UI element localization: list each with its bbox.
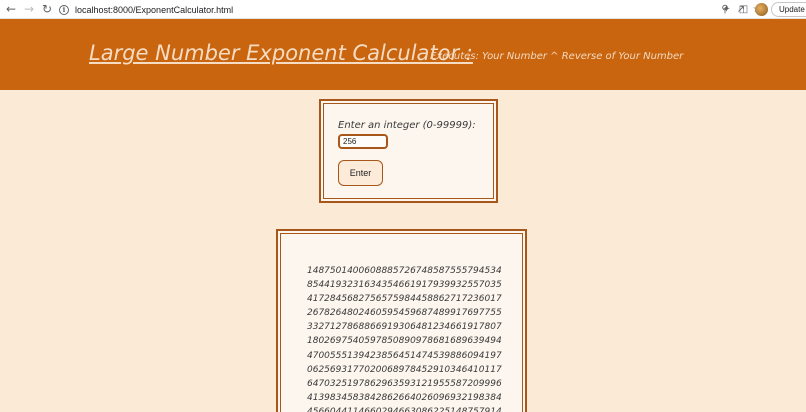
reload-icon[interactable]: ↻ [39, 1, 55, 17]
result-line: 3327127868866919306481234661917807 [307, 322, 502, 333]
result-line: 0625693177020068978452910346410117 [307, 364, 502, 375]
integer-input[interactable] [338, 134, 388, 149]
result-line: 4172845682756575984458862717236017 [307, 294, 502, 305]
result-line: 6470325197862963593121955587209996 [307, 378, 502, 389]
result-line: 1802697540597850890978681689639494 [307, 336, 502, 347]
url-text[interactable]: localhost:8000/ExponentCalculator.html [75, 5, 233, 15]
update-button[interactable]: Update [771, 2, 806, 17]
result-line: 4566044114660294663086225148757914 [307, 406, 502, 412]
integer-prompt-label: Enter an integer (0-99999): [338, 120, 476, 131]
result-line: 8544193231634354661917939932557035 [307, 280, 502, 291]
result-line: 4139834583842862664026096932198384 [307, 392, 502, 403]
page-title: Large Number Exponent Calculator : [89, 41, 473, 65]
result-panel: 1487501400608885726748587555794534 85441… [277, 230, 526, 412]
side-panel-icon[interactable]: ◫ [735, 4, 752, 15]
input-panel: Enter an integer (0-99999): Enter [320, 100, 497, 202]
profile-avatar[interactable] [755, 3, 768, 16]
info-icon[interactable]: i [59, 4, 69, 15]
result-text: 1487501400608885726748587555794534 85441… [307, 264, 507, 412]
forward-arrow-icon[interactable]: → [21, 1, 37, 17]
page-header: Large Number Exponent Calculator : Execu… [0, 19, 806, 90]
enter-button[interactable]: Enter [338, 160, 383, 186]
page-subtitle: Executes: Your Number ^ Reverse of Your … [430, 51, 684, 62]
address-bar[interactable]: i localhost:8000/ExponentCalculator.html… [55, 2, 765, 17]
result-line: 1487501400608885726748587555794534 [307, 266, 502, 276]
result-line: 2678264802460595459687489917697755 [307, 308, 502, 319]
extensions-puzzle-icon[interactable]: ✦ [718, 4, 735, 15]
back-arrow-icon[interactable]: ← [3, 1, 19, 17]
result-line: 4700555139423856451474539886094197 [307, 350, 502, 361]
browser-toolbar: ← → ↻ i localhost:8000/ExponentCalculato… [0, 0, 806, 19]
